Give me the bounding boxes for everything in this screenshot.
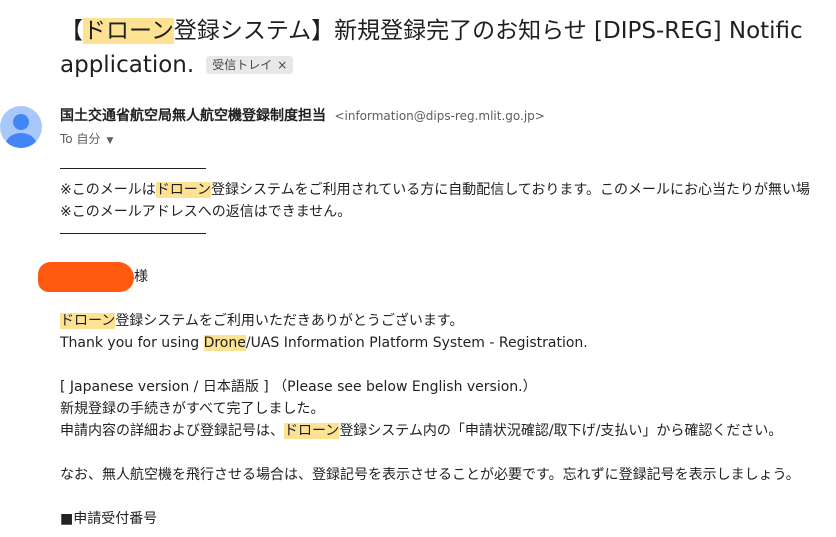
sender-name[interactable]: 国土交通省航空局無人航空機登録制度担当 <box>60 108 326 124</box>
chevron-down-icon[interactable]: ▼ <box>106 136 113 146</box>
thanks-highlight: ドローン <box>60 313 116 329</box>
details-text-b: 登録システム内の「申請状況確認/取下げ/支払い」から確認ください。 <box>339 423 783 439</box>
recipient-details-toggle[interactable]: To 自分 ▼ <box>60 130 113 150</box>
sender-email: <information@dips-reg.mlit.go.jp> <box>334 109 545 123</box>
notice-line-1: ※このメールはドローン登録システムをご利用されている方に自動配信しております。こ… <box>60 179 836 201</box>
sender-avatar[interactable] <box>0 106 42 148</box>
greeting-suffix: 様 <box>134 269 148 285</box>
inbox-label-chip[interactable]: 受信トレイ × <box>206 56 294 74</box>
email-subject: 【ドローン登録システム】新規登録完了のお知らせ [DIPS-REG] Notif… <box>60 14 836 82</box>
subject-line2-text: application. <box>60 52 195 78</box>
greeting-line: 様 <box>38 262 836 292</box>
notice1-highlight: ドローン <box>155 182 212 198</box>
thanks-en-highlight: Drone <box>203 335 246 351</box>
thanks-en-text-b: /UAS Information Platform System - Regis… <box>245 335 588 351</box>
sender-info: 国土交通省航空局無人航空機登録制度担当 <information@dips-re… <box>60 106 545 126</box>
subject-rest: 登録システム】新規登録完了のお知らせ [DIPS-REG] Notific <box>173 18 803 44</box>
email-body: ※このメールはドローン登録システムをご利用されている方に自動配信しております。こ… <box>38 168 836 530</box>
details-line: 申請内容の詳細および登録記号は、ドローン登録システム内の「申請状況確認/取下げ/… <box>60 420 836 442</box>
thanks-english: Thank you for using Drone/UAS Informatio… <box>60 332 836 354</box>
receipt-heading: ■申請受付番号 <box>60 511 158 527</box>
person-icon <box>6 114 36 148</box>
complete-line: 新規登録の手続きがすべて完了しました。 <box>60 401 325 417</box>
inbox-label-text: 受信トレイ <box>212 58 273 72</box>
notice-line-2: ※このメールアドレスへの返信はできません。 <box>60 204 352 220</box>
version-line: [ Japanese version / 日本語版 ] （Please see … <box>60 379 537 395</box>
details-text-a: 申請内容の詳細および登録記号は、 <box>60 423 284 439</box>
recipient-text: To 自分 <box>60 132 101 146</box>
thanks-japanese: ドローン登録システムをご利用いただきありがとうございます。 <box>60 310 836 332</box>
details-highlight: ドローン <box>284 423 340 439</box>
subject-prefix: 【 <box>60 18 83 44</box>
notice1-text-a: ※このメールは <box>60 182 156 198</box>
email-view: 【ドローン登録システム】新規登録完了のお知らせ [DIPS-REG] Notif… <box>0 0 836 537</box>
label-remove-icon[interactable]: × <box>277 56 287 74</box>
flight-notice-line: なお、無人航空機を飛行させる場合は、登録記号を表示させることが必要です。忘れずに… <box>60 467 800 483</box>
thanks-ja-text: 登録システムをご利用いただきありがとうございます。 <box>115 313 464 329</box>
thanks-en-text-a: Thank you for using <box>60 335 204 351</box>
redaction-mark <box>38 262 134 292</box>
subject-line-2: application. 受信トレイ × <box>60 48 836 82</box>
subject-highlight: ドローン <box>83 18 174 44</box>
subject-line-1: 【ドローン登録システム】新規登録完了のお知らせ [DIPS-REG] Notif… <box>60 14 836 48</box>
notice1-text-b: 登録システムをご利用されている方に自動配信しております。このメールにお心当たりが… <box>211 182 810 198</box>
